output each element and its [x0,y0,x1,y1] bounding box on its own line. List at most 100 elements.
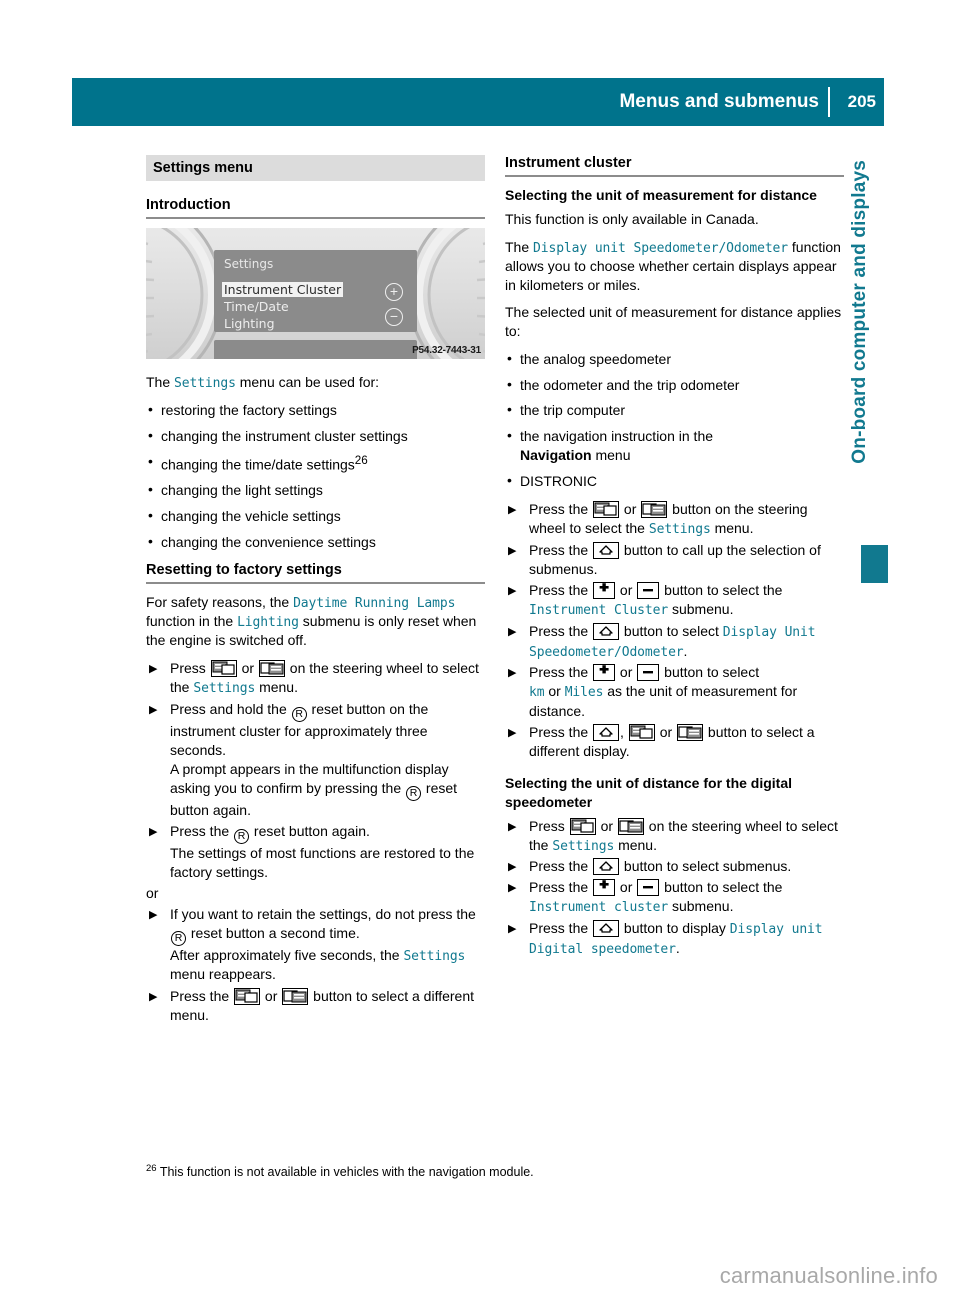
list-item: changing the convenience settings [146,532,485,552]
mfd-minus-button-icon[interactable] [637,582,660,600]
intro-bullet-list: restoring the factory settings changing … [146,400,485,552]
intro-lead-paragraph: The Settings menu can be used for: [146,373,485,392]
applies-to-paragraph: The selected unit of measurement for dis… [505,304,842,340]
step-text: button to select the [660,879,783,896]
mfd-up-button-icon[interactable] [593,622,620,640]
settings-mono-4: Settings [648,522,711,538]
left-column: Settings menu Introduction Settings Inst… [146,155,485,1027]
reset-para-mid: function in the [146,612,238,629]
mfd-plus-button-icon[interactable] [593,879,616,897]
applies-to-bullet-list: the analog speedometer the odometer and … [505,349,844,491]
step-text: button to select the [660,582,783,599]
instrument-cluster-section-title: Instrument cluster [505,155,632,171]
step-text: submenu. [668,898,734,915]
step-text: or [616,664,637,681]
step-text: menu reappears. [170,966,276,983]
chapter-tab-marker [861,545,888,583]
step-text: Press [170,660,210,677]
step-text: menu. [614,836,657,853]
step-text: Press the [529,664,593,681]
mfd-plus-button-icon[interactable] [593,582,616,600]
step-item: Press and hold the R reset button on the… [146,700,485,820]
mfd-next-button-icon[interactable] [641,501,668,519]
step-item: Press the button to display Display unit… [505,919,844,958]
reset-r-button-icon[interactable]: R [234,828,250,844]
mfd-up-button-icon[interactable] [593,919,620,937]
miles-mono: Miles [564,685,604,701]
instrument-cluster-figure: Settings Instrument Cluster Time/Date Li… [146,228,485,359]
reset-r-button-icon[interactable]: R [171,930,186,946]
mfd-next-button-icon[interactable] [258,660,285,678]
step-item: Press the or button on the steering whee… [505,500,844,539]
step-text: menu. [710,520,754,537]
settings-mono-3: Settings [403,948,466,964]
figure-code: P54.32-7443-31 [412,345,481,356]
step-text: If you want to retain the settings, do n… [170,905,476,922]
step-text: Press the [529,723,593,740]
mfd-up-button-icon[interactable] [593,723,620,741]
mfd-next-button-icon[interactable] [617,817,644,835]
display-unit-speedometer-odometer-mono: Display unit Speedometer/Odometer [533,240,788,256]
step-text: or [544,683,565,700]
step-item: Press the or button to select a differen… [146,987,485,1025]
mfd-item-lighting[interactable]: Lighting [224,316,275,331]
page-footnote: 26 This function is not available in veh… [146,1163,846,1180]
mfd-prev-button-icon[interactable] [628,723,655,741]
reset-r-button-icon[interactable]: R [291,706,307,722]
step-item: Press the button to select submenus. [505,857,844,877]
list-item: restoring the factory settings [146,400,485,420]
distance-unit-step-list: Press the or button on the steering whee… [505,500,844,761]
footnote-marker: 26 [354,453,368,467]
step-text: . [675,939,680,956]
bullet-text: changing the time/date settings [161,456,355,473]
mfd-minus-button-icon[interactable] [637,879,660,897]
mfd-prev-button-icon[interactable] [210,660,237,678]
mfd-plus-icon: + [385,283,403,301]
mfd-minus-button-icon[interactable] [637,664,660,682]
step-text: Press the [529,879,593,896]
digital-speedometer-heading: Selecting the unit of distance for the d… [505,775,793,810]
unit-of-measurement-heading: Selecting the unit of measurement for di… [505,187,817,203]
right-column: Instrument cluster Selecting the unit of… [505,155,844,960]
mfd-up-button-icon[interactable] [593,858,620,876]
step-text: button to display [620,919,730,936]
step-continuation: After approximately five seconds, the Se… [170,946,485,985]
mfd-plus-button-icon[interactable] [593,664,616,682]
step-item: Press the or button to select the Instru… [505,878,844,917]
mfd-minus-icon: − [385,308,403,326]
step-text: or [237,660,258,677]
step-text: menu. [255,679,298,696]
reset-para-pre: For safety reasons, the [146,593,294,610]
bullet-text: the navigation instruction in the [520,428,714,445]
navigation-bold: Navigation [520,446,592,463]
chapter-side-tab: On-board computer and displays [849,160,870,464]
step-text: or [620,501,641,518]
mfd-up-button-icon[interactable] [593,542,620,560]
mfd-prev-button-icon[interactable] [234,987,261,1005]
mfd-item-instrument-cluster[interactable]: Instrument Cluster [222,282,344,297]
step-continuation: km or Miles as the unit of measurement f… [529,682,844,721]
mfd-prev-button-icon[interactable] [593,501,620,519]
step-text: After approximately five seconds, the [170,946,404,963]
reset-r-button-icon[interactable]: R [406,785,422,801]
intro-lead-pre: The [146,374,175,390]
mfd-item-time-date[interactable]: Time/Date [224,299,289,314]
step-text: Press and hold the [170,700,291,717]
or-separator: or [146,885,159,902]
intro-lead-post: menu can be used for: [235,374,380,390]
step-text: button to select [660,664,760,681]
mfd-next-button-icon[interactable] [282,987,309,1005]
resetting-rule [146,581,485,584]
mfd-next-button-icon[interactable] [677,723,704,741]
step-text: button to select [620,622,723,639]
step-text: Press the [529,542,593,559]
mfd-prev-button-icon[interactable] [569,817,596,835]
step-text: or [261,987,282,1004]
step-text: or [655,723,677,740]
step-text: or [616,879,637,896]
km-mono: km [529,685,545,701]
step-text: , [620,723,628,740]
step-text: Press the [529,622,593,639]
lighting-mono: Lighting [237,614,299,630]
bullet-tail: menu [591,446,631,463]
